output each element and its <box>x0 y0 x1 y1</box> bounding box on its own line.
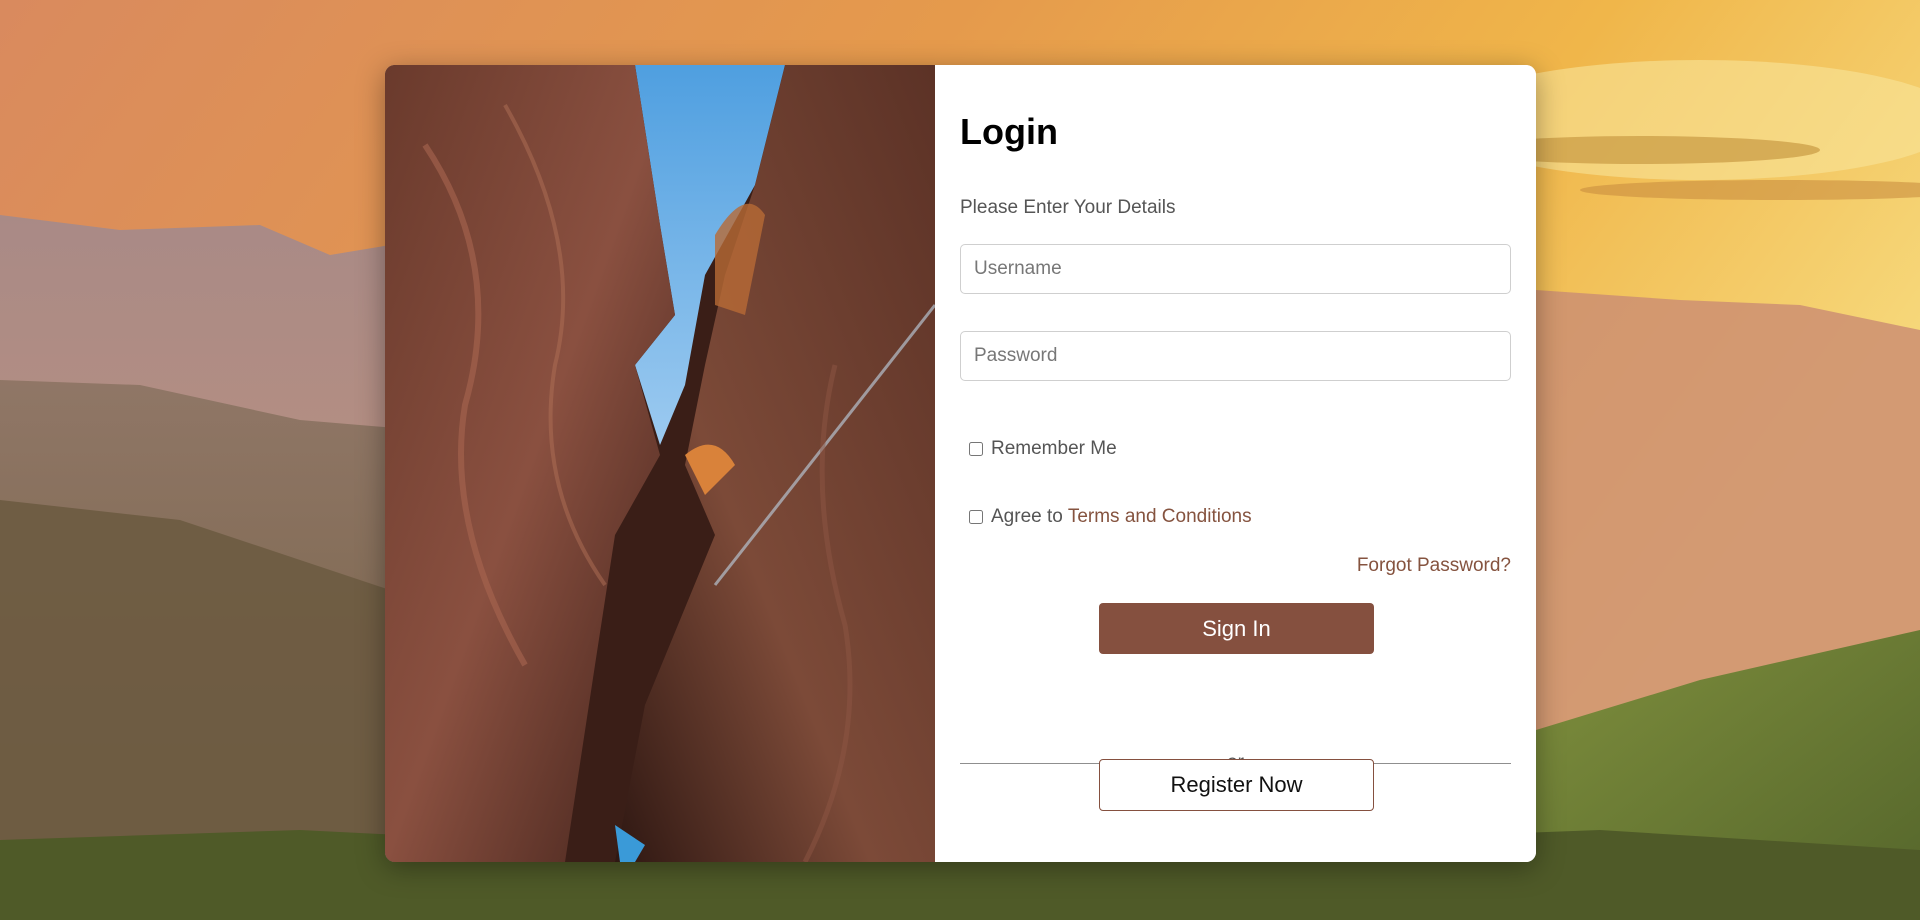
remember-me-checkbox[interactable] <box>969 442 983 456</box>
remember-me-row[interactable]: Remember Me <box>969 438 1117 460</box>
terms-prefix-label: Agree to <box>991 506 1063 527</box>
remember-me-label: Remember Me <box>991 438 1117 459</box>
sign-in-button[interactable]: Sign In <box>1099 603 1374 654</box>
register-now-button[interactable]: Register Now <box>1099 759 1374 811</box>
terms-link[interactable]: Terms and Conditions <box>1068 506 1252 528</box>
login-subtitle: Please Enter Your Details <box>960 197 1176 218</box>
password-input[interactable] <box>960 331 1511 381</box>
login-card: Login Please Enter Your Details Remember… <box>385 65 1536 862</box>
canyon-image <box>385 65 935 862</box>
login-form-panel: Login Please Enter Your Details Remember… <box>935 65 1536 862</box>
terms-checkbox[interactable] <box>969 510 983 524</box>
terms-row[interactable]: Agree to Terms and Conditions <box>969 506 1252 528</box>
forgot-password-link[interactable]: Forgot Password? <box>1357 555 1511 577</box>
username-input[interactable] <box>960 244 1511 294</box>
login-title: Login <box>960 111 1058 152</box>
